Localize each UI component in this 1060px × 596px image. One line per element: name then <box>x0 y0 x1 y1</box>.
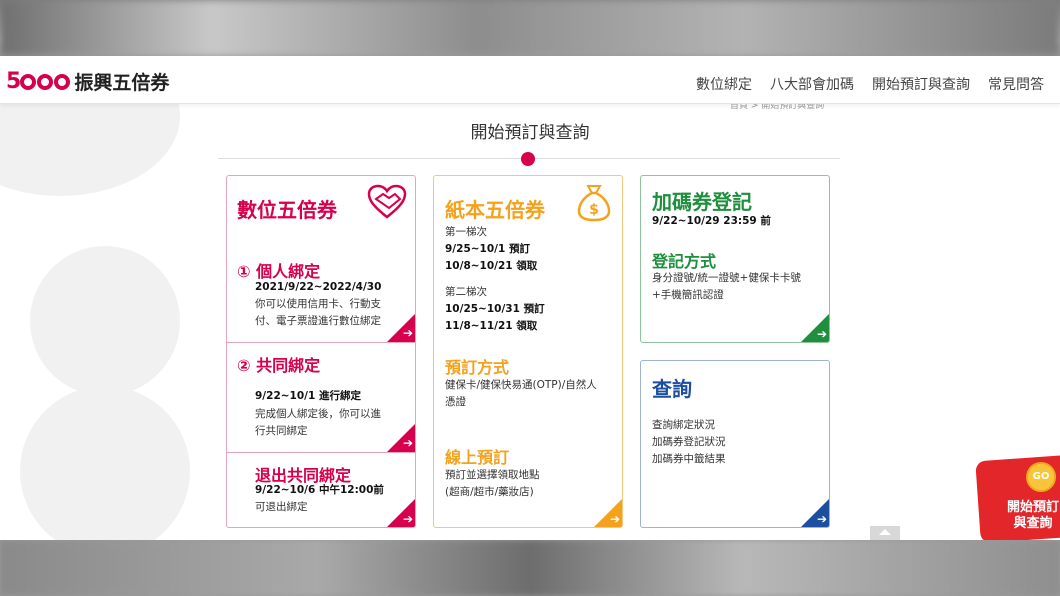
registration-method-desc: +手機簡訊認證 <box>652 289 724 301</box>
booking-method-title: 預訂方式 <box>445 358 510 377</box>
paper-title: 紙本五倍券 <box>445 198 545 222</box>
blurred-background-bottom <box>0 540 1060 596</box>
nav-booking-query[interactable]: 開始預訂與查詢 <box>872 74 970 94</box>
main-nav: 數位綁定 八大部會加碼 開始預訂與查詢 常見問答 <box>696 74 1044 94</box>
query-title: 查詢 <box>652 377 692 401</box>
promo-label: 開始預訂 與查詢 <box>998 500 1060 532</box>
personal-binding-desc: 你可以使用信用卡、行動支 <box>255 298 381 310</box>
logo-number: 5 <box>6 69 71 94</box>
exit-binding-desc: 可退出綁定 <box>255 501 308 513</box>
query-item-lottery-result[interactable]: 加碼券中籤結果 <box>652 451 726 468</box>
arrow-right-icon: ➔ <box>816 327 827 341</box>
promo-floating-button[interactable]: GO 開始預訂 與查詢 <box>968 448 1060 540</box>
wave1-pickup: 10/8~10/21 領取 <box>445 260 538 272</box>
svg-text:$: $ <box>589 202 599 218</box>
booking-method-desc: 健保卡/健保快易通(OTP)/自然人 <box>445 379 597 391</box>
query-card: 查詢 查詢綁定狀況 加碼券登記狀況 加碼券中籤結果 ➔ <box>640 360 830 528</box>
bonus-title: 加碼券登記 <box>652 190 752 214</box>
promo-label-line: 開始預訂 <box>1006 500 1059 515</box>
booking-method-desc: 憑證 <box>445 396 466 408</box>
nav-digital-binding[interactable]: 數位綁定 <box>696 74 752 94</box>
arrow-right-icon: ➔ <box>816 512 827 526</box>
joint-binding-title: ② 共同綁定 <box>237 356 321 375</box>
logo-text: 振興五倍券 <box>74 72 170 94</box>
online-booking-desc: (超商/超市/藥妝店) <box>445 486 534 498</box>
bonus-registration-card: 加碼券登記 9/22~10/29 23:59 前 登記方式 身分證號/統一證號+… <box>640 175 830 343</box>
query-item-bonus-status[interactable]: 加碼券登記狀況 <box>652 434 726 451</box>
personal-binding-date: 2021/9/22~2022/4/30 <box>255 281 382 293</box>
paper-voucher-card: 紙本五倍券 $ 第一梯次 9/25~10/1 預訂 10/8~10/21 領取 … <box>433 175 623 528</box>
arrow-right-icon: ➔ <box>402 512 413 526</box>
online-booking-desc: 預訂並選擇領取地點 <box>445 469 540 481</box>
heart-handshake-icon <box>367 184 407 219</box>
digital-title: 數位五倍券 <box>237 198 337 222</box>
background-shape <box>30 246 180 396</box>
site-header: 5 振興五倍券 數位綁定 八大部會加碼 開始預訂與查詢 常見問答 <box>0 56 1060 104</box>
card-divider <box>227 452 415 453</box>
card-divider <box>227 342 415 343</box>
arrow-right-icon: ➔ <box>402 436 413 450</box>
promo-coin: GO <box>1026 462 1056 492</box>
promo-label-line: 與查詢 <box>1013 516 1053 531</box>
online-booking-title: 線上預訂 <box>445 448 510 467</box>
bonus-date: 9/22~10/29 23:59 前 <box>652 215 771 227</box>
personal-binding-desc: 付、電子票證進行數位綁定 <box>255 315 381 327</box>
scroll-to-top-button[interactable] <box>870 526 900 540</box>
screenshot-frame: 5 振興五倍券 數位綁定 八大部會加碼 開始預訂與查詢 常見問答 首頁 > 開始… <box>0 0 1060 596</box>
nav-ministry-bonus[interactable]: 八大部會加碼 <box>770 74 854 94</box>
money-bag-icon: $ <box>577 185 611 222</box>
joint-binding-desc: 完成個人綁定後，你可以進 <box>255 408 381 420</box>
page-title: 開始預訂與查詢 <box>470 123 590 143</box>
exit-binding-date: 9/22~10/6 中午12:00前 <box>255 484 384 496</box>
blurred-background-top <box>0 0 1060 56</box>
arrow-right-icon: ➔ <box>402 326 413 340</box>
wave2-label: 第二梯次 <box>445 286 487 298</box>
background-shape <box>20 386 190 540</box>
title-dot <box>521 152 535 166</box>
joint-binding-desc: 行共同綁定 <box>255 425 308 437</box>
query-item-binding[interactable]: 查詢綁定狀況 <box>652 417 715 434</box>
arrow-right-icon: ➔ <box>609 512 620 526</box>
wave1-booking: 9/25~10/1 預訂 <box>445 243 530 255</box>
digital-voucher-card: 數位五倍券 ① 個人綁定 2021/9/22~2022/4/30 你可以使用信用… <box>226 175 416 528</box>
wave1-label: 第一梯次 <box>445 226 487 238</box>
nav-faq[interactable]: 常見問答 <box>988 74 1044 94</box>
joint-binding-date: 9/22~10/1 進行綁定 <box>255 390 361 402</box>
web-page: 5 振興五倍券 數位綁定 八大部會加碼 開始預訂與查詢 常見問答 首頁 > 開始… <box>0 56 1060 540</box>
wave2-pickup: 11/8~11/21 領取 <box>445 320 538 332</box>
registration-method-desc: 身分證號/統一證號+健保卡卡號 <box>652 272 801 284</box>
site-logo[interactable]: 5 振興五倍券 <box>6 68 169 95</box>
wave2-booking: 10/25~10/31 預訂 <box>445 303 545 315</box>
registration-method-title: 登記方式 <box>652 252 717 271</box>
